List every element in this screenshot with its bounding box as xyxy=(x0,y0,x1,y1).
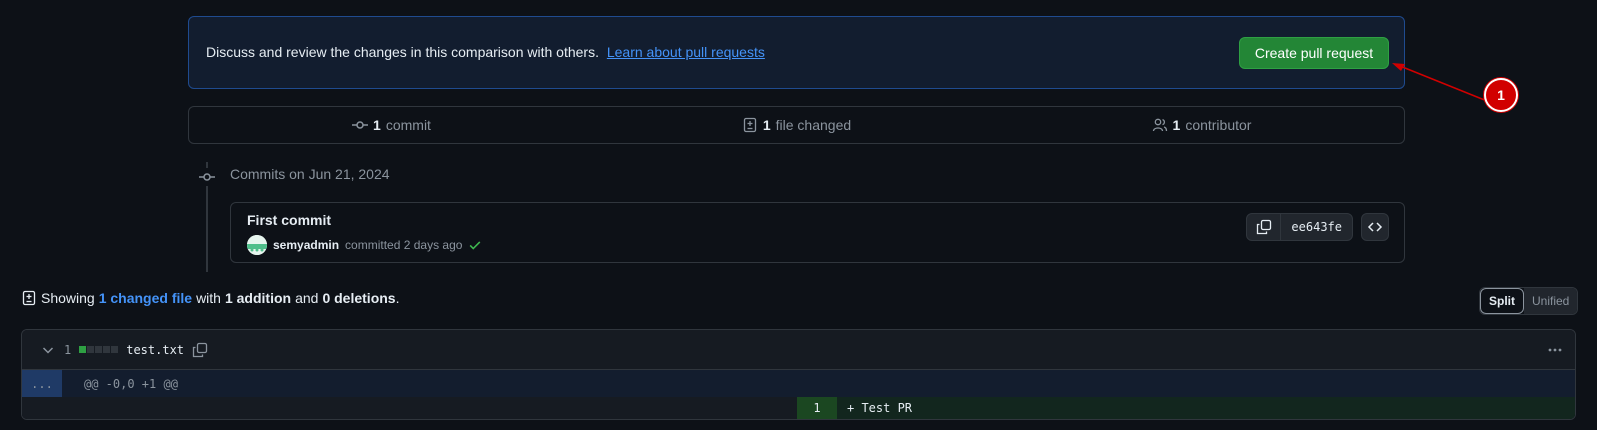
files-summary[interactable]: 1 file changed xyxy=(594,107,999,143)
copy-sha-button[interactable] xyxy=(1247,214,1282,240)
copy-icon[interactable] xyxy=(192,342,208,358)
code-icon xyxy=(1367,219,1383,235)
expand-hunk-button[interactable]: ... xyxy=(22,370,62,397)
commit-title[interactable]: First commit xyxy=(247,212,331,228)
added-line-code: + Test PR xyxy=(837,397,1575,419)
file-diff-icon xyxy=(742,117,758,133)
files-label: file changed xyxy=(775,117,852,133)
sha-group: ee643fe xyxy=(1246,213,1353,241)
file-header: 1 test.txt xyxy=(22,330,1575,370)
showing-with: with xyxy=(196,290,221,306)
contributors-label: contributor xyxy=(1185,117,1252,133)
check-icon[interactable] xyxy=(468,238,482,252)
chevron-down-icon[interactable] xyxy=(40,342,56,358)
empty-left-side xyxy=(22,397,797,419)
copy-icon xyxy=(1256,219,1272,235)
diff-summary: Showing 1 changed file with 1 addition a… xyxy=(21,290,399,306)
file-diff-icon xyxy=(21,290,37,306)
hunk-header-row: ... @@ -0,0 +1 @@ xyxy=(22,370,1575,397)
commit-icon xyxy=(352,117,369,133)
hunk-header: @@ -0,0 +1 @@ xyxy=(84,377,178,391)
avatar[interactable] xyxy=(247,235,267,255)
annotation-badge: 1 xyxy=(1484,78,1518,112)
commit-item: First commit semyadmin committed 2 days … xyxy=(230,202,1405,263)
diffstat-bar xyxy=(79,346,119,353)
additions-count: 1 addition xyxy=(224,290,292,306)
changed-files-link[interactable]: 1 changed file xyxy=(99,290,192,306)
commits-label: commit xyxy=(385,117,431,133)
file-name-link[interactable]: test.txt xyxy=(126,343,184,357)
commit-icon xyxy=(196,168,218,186)
comparison-summary: 1 commit 1 file changed 1 contributor xyxy=(188,106,1405,144)
unified-view-button[interactable]: Unified xyxy=(1524,288,1578,314)
commits-date-heading: Commits on Jun 21, 2024 xyxy=(230,166,390,182)
file-change-count: 1 xyxy=(64,342,72,357)
deletions-count: 0 deletions xyxy=(322,290,396,306)
contributors-count: 1 xyxy=(1172,117,1181,133)
people-icon xyxy=(1152,117,1168,133)
commits-count: 1 xyxy=(373,117,381,133)
commits-summary[interactable]: 1 commit xyxy=(189,107,594,143)
commit-author[interactable]: semyadmin xyxy=(273,238,339,252)
showing-prefix: Showing xyxy=(41,290,95,306)
diff-line-row: 1 + Test PR xyxy=(22,397,1575,419)
files-count: 1 xyxy=(762,117,771,133)
browse-repository-button[interactable] xyxy=(1361,213,1389,241)
diff-view-toggle: Split Unified xyxy=(1479,287,1579,315)
commit-action: committed 2 days ago xyxy=(345,238,463,252)
split-view-button[interactable]: Split xyxy=(1480,288,1524,314)
showing-end: . xyxy=(395,290,400,306)
showing-and: and xyxy=(295,290,319,306)
commit-sha-link[interactable]: ee643fe xyxy=(1281,214,1352,240)
line-number[interactable]: 1 xyxy=(797,397,837,419)
file-diff: 1 test.txt ... @@ -0,0 +1 @@ 1 + Test PR xyxy=(21,329,1576,420)
kebab-menu-icon[interactable] xyxy=(1547,342,1563,358)
commit-meta: semyadmin committed 2 days ago xyxy=(247,235,482,255)
contributors-summary[interactable]: 1 contributor xyxy=(999,107,1404,143)
